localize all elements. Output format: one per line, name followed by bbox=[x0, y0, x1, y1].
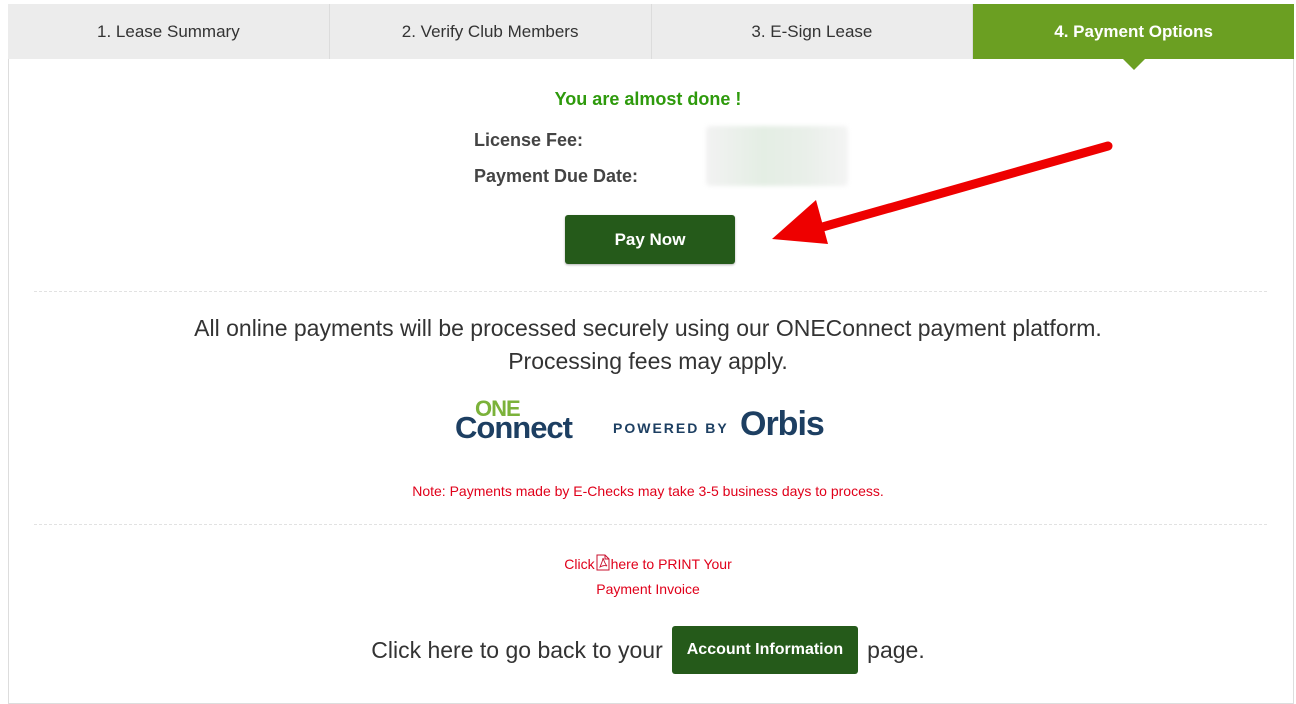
tab-lease-summary[interactable]: 1. Lease Summary bbox=[8, 4, 330, 59]
tab-verify-club-members[interactable]: 2. Verify Club Members bbox=[329, 4, 652, 59]
back-prefix-text: Click here to go back to your bbox=[371, 636, 663, 663]
echeck-note: Note: Payments made by E-Checks may take… bbox=[412, 483, 884, 499]
secure-payment-line: All online payments will be processed se… bbox=[194, 315, 1102, 341]
print-invoice-link[interactable]: Click here to PRINT Your bbox=[0, 554, 1296, 572]
tab-payment-options[interactable]: 4. Payment Options bbox=[973, 4, 1294, 70]
divider bbox=[34, 291, 1267, 292]
processing-fees-line: Processing fees may apply. bbox=[508, 348, 788, 374]
back-to-account-line: Click here to go back to your Account In… bbox=[0, 626, 1296, 674]
payment-invoice-text[interactable]: Payment Invoice bbox=[0, 581, 1296, 597]
account-information-button[interactable]: Account Information bbox=[671, 626, 859, 674]
logo-connect-text: Connect bbox=[455, 410, 573, 445]
divider bbox=[34, 524, 1267, 525]
print-click-text[interactable]: Click bbox=[564, 556, 594, 572]
orbis-logo: Orbis bbox=[740, 405, 825, 443]
secure-payment-info: All online payments will be processed se… bbox=[0, 312, 1296, 378]
payment-due-date-label: Payment Due Date: bbox=[474, 166, 639, 186]
print-here-text[interactable]: here to PRINT Your bbox=[611, 556, 732, 572]
powered-by-text: POWERED BY bbox=[613, 420, 729, 436]
back-suffix-text: page. bbox=[867, 636, 925, 663]
almost-done-heading: You are almost done ! bbox=[554, 89, 742, 109]
wizard-tabs: 1. Lease Summary 2. Verify Club Members … bbox=[8, 4, 1294, 70]
pdf-icon[interactable] bbox=[596, 554, 610, 571]
redacted-values bbox=[706, 126, 848, 186]
pay-now-button[interactable]: Pay Now bbox=[565, 215, 735, 264]
tab-e-sign-lease[interactable]: 3. E-Sign Lease bbox=[651, 4, 974, 59]
license-fee-label: License Fee: bbox=[474, 130, 584, 150]
